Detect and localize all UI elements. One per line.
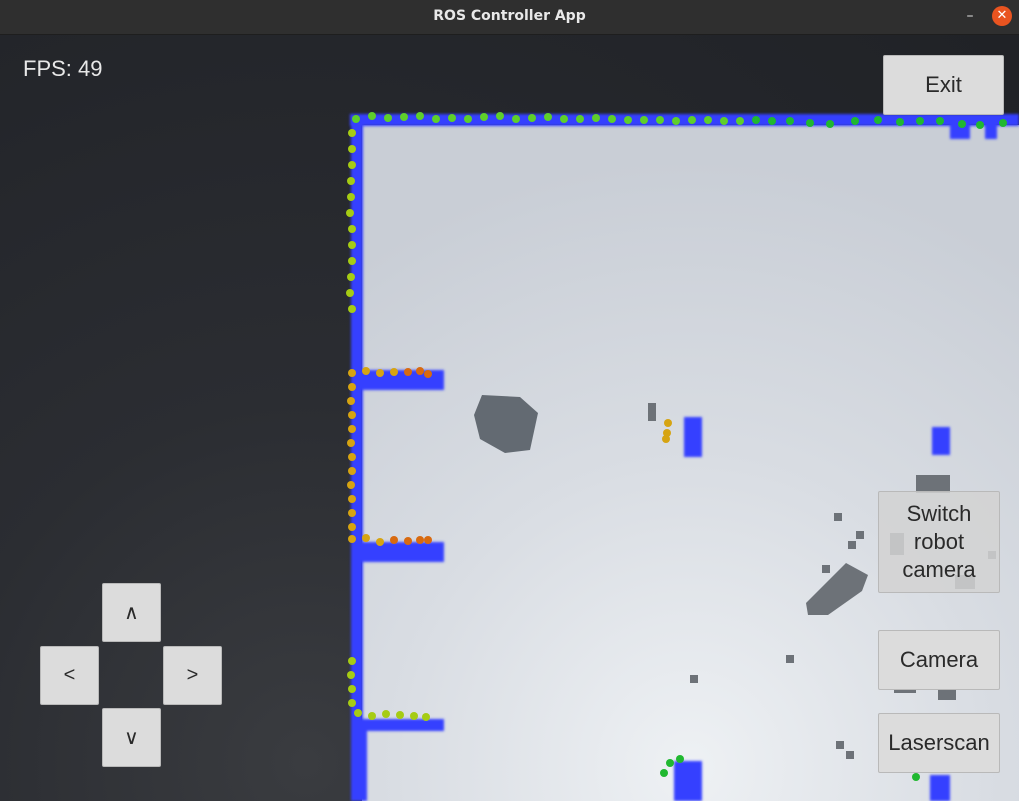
map-viewport[interactable]: FPS: 49 Exit Switch robot camera Camera … xyxy=(0,35,1019,801)
move-up-button[interactable]: ∧ xyxy=(102,583,161,642)
switch-button-line-2: robot xyxy=(913,529,965,554)
camera-button[interactable]: Camera xyxy=(878,630,1000,690)
switch-robot-camera-button[interactable]: Switch robot camera xyxy=(878,491,1000,593)
move-left-button[interactable]: < xyxy=(40,646,99,705)
map-free-space xyxy=(362,125,1019,801)
switch-button-line-3: camera xyxy=(902,557,976,582)
fps-counter: FPS: 49 xyxy=(23,56,103,81)
move-right-button[interactable]: > xyxy=(163,646,222,705)
laserscan-button[interactable]: Laserscan xyxy=(878,713,1000,773)
close-icon[interactable]: ✕ xyxy=(992,6,1012,26)
window-titlebar: ROS Controller App – ✕ xyxy=(0,0,1019,35)
window-title: ROS Controller App xyxy=(433,8,586,24)
minimize-icon[interactable]: – xyxy=(960,6,980,26)
move-down-button[interactable]: ∨ xyxy=(102,708,161,767)
exit-button[interactable]: Exit xyxy=(883,55,1004,115)
switch-button-line-1: Switch xyxy=(906,501,972,526)
occupancy-map xyxy=(346,112,1019,801)
